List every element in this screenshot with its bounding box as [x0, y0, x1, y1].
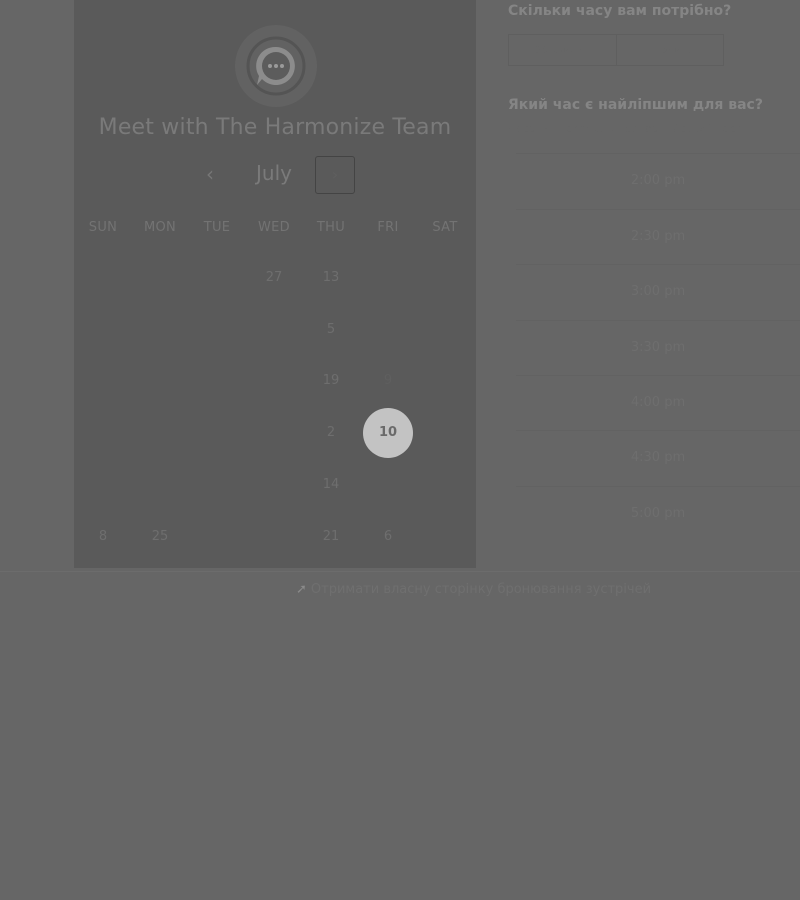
- weekday-sat: SAT: [432, 220, 458, 235]
- chevron-left-icon[interactable]: ‹: [198, 160, 222, 188]
- arrow-icon: ➚: [296, 582, 307, 597]
- weekday-fri: FRI: [377, 220, 399, 235]
- calendar-day[interactable]: 13: [306, 253, 356, 303]
- time-slot[interactable]: 4:30 pm: [516, 430, 800, 484]
- duration-heading: Скільки часу вам потрібно?: [508, 3, 732, 19]
- time-slot[interactable]: 3:30 pm: [516, 320, 800, 374]
- calendar-day[interactable]: 14: [306, 460, 356, 510]
- time-slot[interactable]: 5:00 pm: [516, 486, 800, 540]
- month-label: July: [256, 161, 292, 185]
- chat-bubble-logo-icon: [235, 25, 317, 107]
- weekday-tue: TUE: [203, 220, 231, 235]
- duration-selector: 30 хвилин 1 година: [508, 34, 724, 66]
- duration-option-1hour[interactable]: 1 година: [615, 35, 724, 65]
- time-slot[interactable]: 3:00 pm: [516, 264, 800, 318]
- calendar-day[interactable]: 8: [78, 512, 128, 562]
- timezone-select[interactable]: Часовий пояс: Східноєвропейський час ▾: [508, 122, 745, 135]
- calendar-day[interactable]: 21: [306, 512, 356, 562]
- calendar-day[interactable]: 9: [363, 356, 413, 406]
- get-booking-page-link[interactable]: ➚ Отримати власну сторінку бронювання зус…: [296, 582, 651, 597]
- weekday-sun: SUN: [88, 220, 118, 235]
- time-slot[interactable]: 2:00 pm: [516, 153, 800, 207]
- chevron-right-icon[interactable]: ›: [315, 156, 355, 194]
- calendar-day[interactable]: 2: [306, 408, 356, 458]
- time-slot[interactable]: 2:30 pm: [516, 209, 800, 263]
- time-slot[interactable]: 4:00 pm: [516, 375, 800, 429]
- weekday-wed: WED: [258, 220, 290, 235]
- duration-option-30min[interactable]: 30 хвилин: [509, 35, 616, 65]
- calendar-day-selected[interactable]: 10: [363, 408, 413, 458]
- page-title: Meet with The Harmonize Team: [98, 115, 452, 140]
- divider: [0, 571, 800, 572]
- footer-link-label: Отримати власну сторінку бронювання зуст…: [310, 582, 652, 597]
- weekday-mon: MON: [143, 220, 177, 235]
- calendar-day[interactable]: 6: [363, 512, 413, 562]
- calendar-day[interactable]: 25: [135, 512, 185, 562]
- calendar-day[interactable]: 27: [249, 253, 299, 303]
- weekday-thu: THU: [316, 220, 346, 235]
- time-heading: Який час є найліпшим для вас?: [508, 97, 763, 113]
- calendar-day[interactable]: 5: [306, 305, 356, 355]
- calendar-day[interactable]: 19: [306, 356, 356, 406]
